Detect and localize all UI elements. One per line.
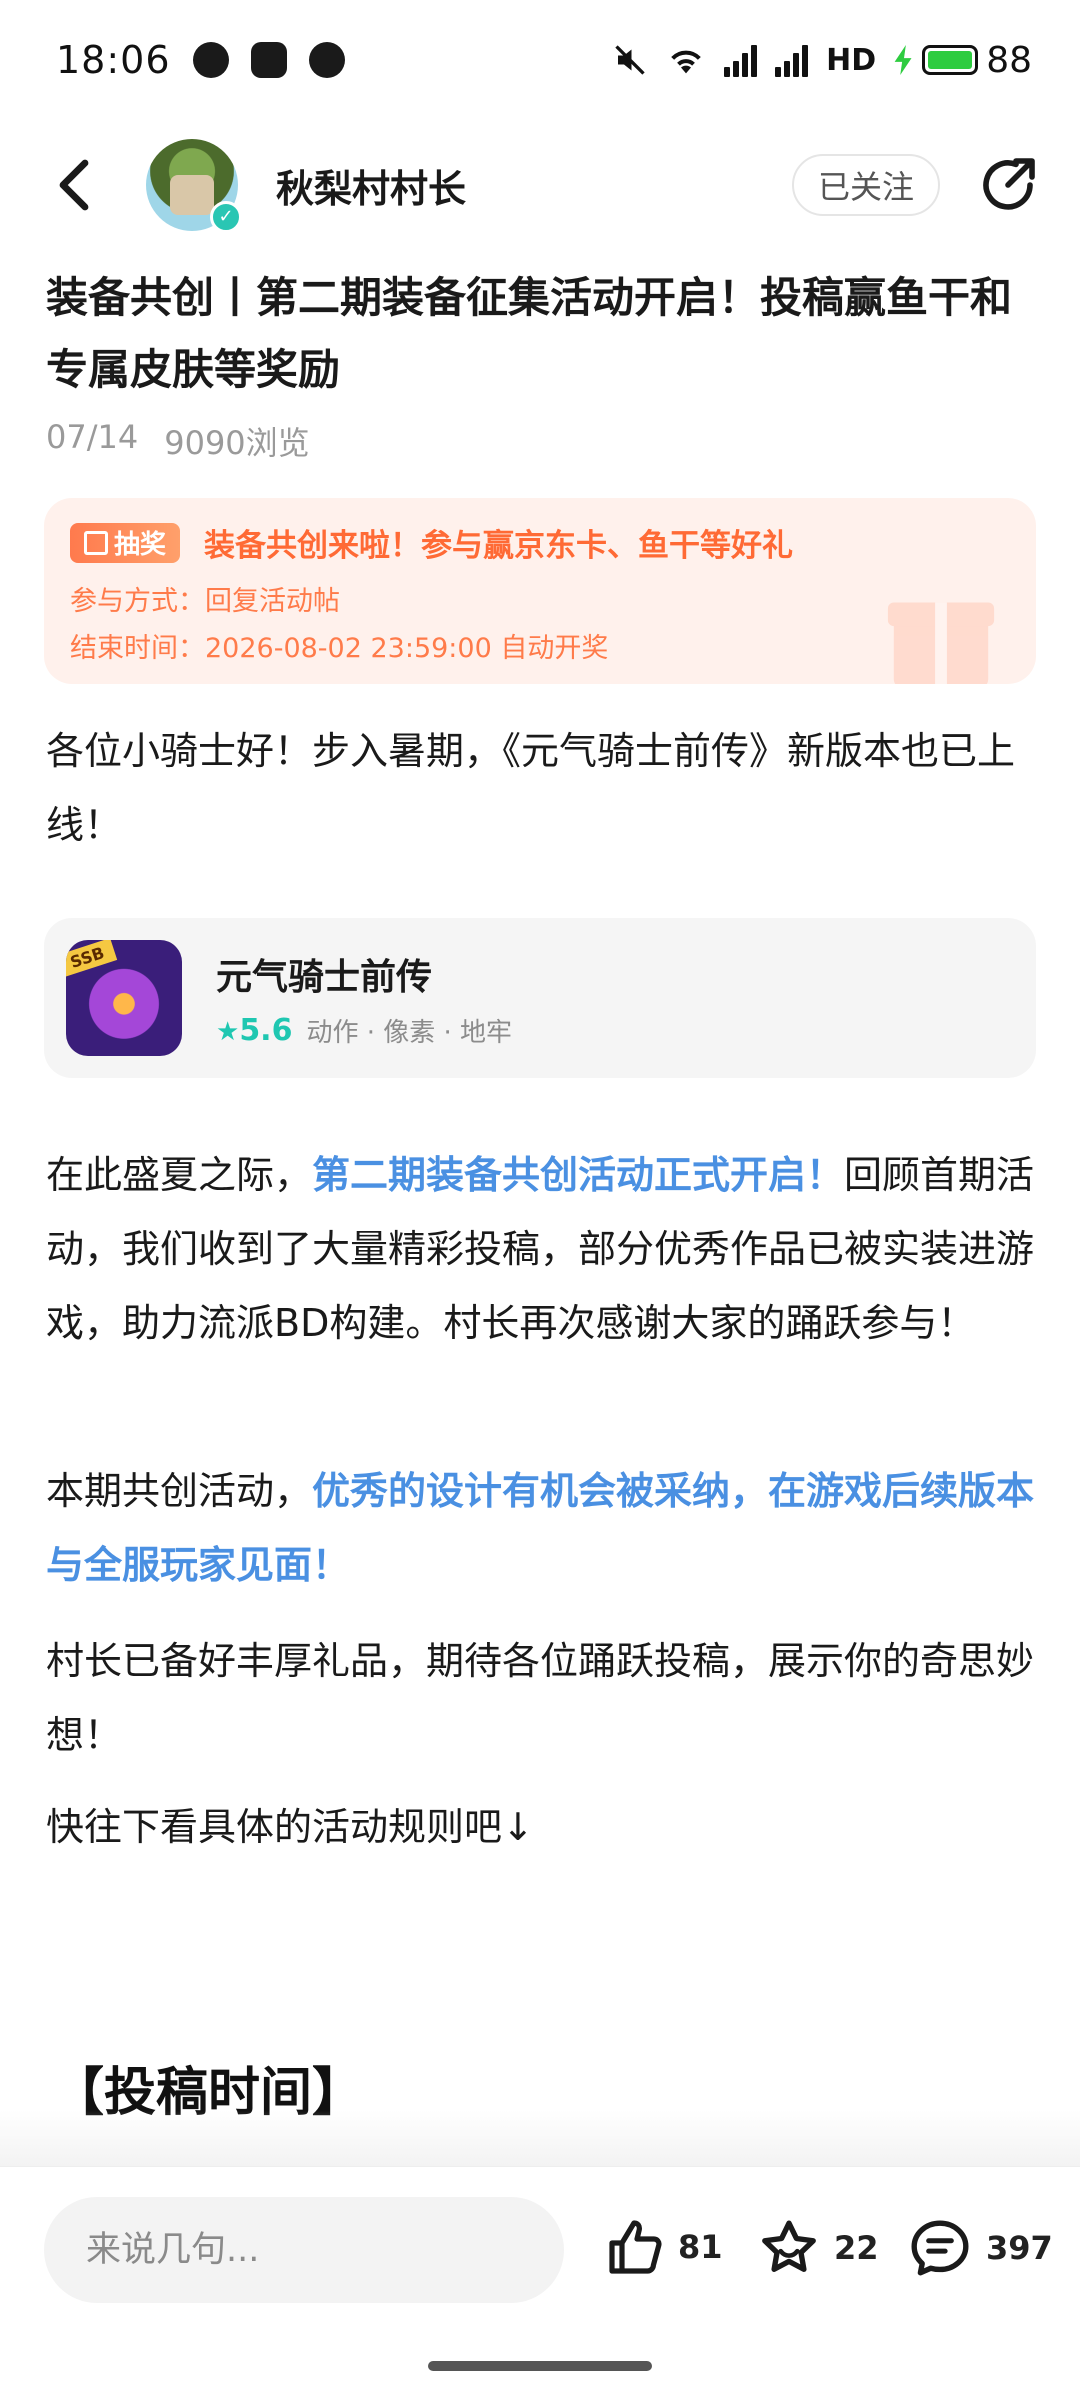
comment-input[interactable]: [44, 2197, 564, 2303]
like-count: 81: [678, 2228, 723, 2266]
lottery-badge-label: 抽奖: [114, 530, 167, 560]
post-title: 装备共创丨第二期装备征集活动开启！投稿赢鱼干和专属皮肤等奖励: [46, 273, 1013, 394]
thumbs-up-icon: [609, 2220, 662, 2274]
gift-decoration-icon: [887, 602, 995, 684]
back-button[interactable]: [40, 150, 110, 220]
follow-button[interactable]: 已关注: [791, 154, 940, 216]
paragraph-design: 本期共创活动，优秀的设计有机会被采纳，在游戏后续版本与全服玩家见面！: [46, 1454, 1036, 1602]
like-button[interactable]: 81: [604, 2217, 723, 2277]
game-card[interactable]: SSB 元气骑士前传 ★5.6 动作 · 像素 · 地牢: [44, 918, 1036, 1078]
paragraph-rules-hint: 快往下看具体的活动规则吧↓: [46, 1805, 534, 1849]
signal-5g-2-icon: [775, 43, 809, 77]
notification-icon: [192, 42, 229, 78]
game-score: ★5.6: [216, 1013, 292, 1048]
signal-5g-1-icon: [724, 43, 758, 77]
chevron-left-icon: [59, 159, 89, 211]
battery-level: 88: [986, 39, 1032, 81]
game-info: 元气骑士前传 ★5.6 动作 · 像素 · 地牢: [216, 948, 512, 1049]
star-outline-icon: [762, 2220, 816, 2272]
charging-icon: [894, 45, 912, 75]
battery-icon: [922, 45, 979, 75]
game-sub: ★5.6 动作 · 像素 · 地牢: [216, 1012, 512, 1049]
comment-icon: [911, 2220, 969, 2276]
post-views: 9090浏览: [164, 424, 310, 462]
post-date: 07/14: [46, 418, 139, 456]
mute-icon: [615, 45, 645, 75]
author-avatar[interactable]: ✓: [146, 139, 242, 233]
paragraph-2-lead: 在此盛夏之际，: [46, 1153, 313, 1197]
lottery-method: 参与方式：回复活动帖: [70, 586, 340, 617]
post-meta: 07/14 9090浏览: [46, 418, 310, 464]
favorite-count: 22: [834, 2229, 879, 2267]
battery: 88: [894, 40, 1032, 81]
wifi-icon: [671, 50, 701, 74]
paragraph-announcement: 在此盛夏之际，第二期装备共创活动正式开启！回顾首期活动，我们收到了大量精彩投稿，…: [46, 1138, 1036, 1360]
game-name: 元气骑士前传: [216, 956, 433, 998]
verified-icon: ✓: [210, 201, 242, 233]
share-icon: [983, 158, 1035, 210]
paragraph-gifts: 村长已备好丰厚礼品，期待各位踊跃投稿，展示你的奇思妙想！: [46, 1639, 1035, 1757]
game-icon-badge: SSB: [66, 940, 117, 977]
qq-notification-icon: [250, 42, 287, 78]
lottery-title: 装备共创来啦！参与赢京东卡、鱼干等好礼: [204, 528, 794, 564]
paragraph-3-lead: 本期共创活动，: [46, 1469, 313, 1513]
network-type: HD: [826, 42, 877, 78]
author-name[interactable]: 秋梨村村长: [276, 158, 466, 213]
home-indicator[interactable]: [428, 2361, 652, 2371]
bottom-fade: [0, 2110, 1080, 2170]
comment-button[interactable]: 397: [908, 2217, 1053, 2279]
star-icon: ★: [216, 1016, 240, 1047]
lottery-card[interactable]: 抽奖 装备共创来啦！参与赢京东卡、鱼干等好礼 参与方式：回复活动帖 结束时间：2…: [44, 498, 1036, 684]
message-notification-icon: [308, 42, 345, 78]
lottery-header: 抽奖 装备共创来啦！参与赢京东卡、鱼干等好礼: [70, 520, 1010, 565]
game-tags: 动作 · 像素 · 地牢: [306, 1017, 513, 1048]
game-score-value: 5.6: [239, 1012, 293, 1048]
share-button[interactable]: [976, 153, 1040, 217]
status-time: 18:06: [56, 38, 171, 82]
paragraph-intro: 各位小骑士好！步入暑期，《元气骑士前传》新版本也已上线！: [46, 729, 1016, 847]
lottery-badge: 抽奖: [70, 522, 181, 563]
status-bar: 18:06 HD 88: [0, 0, 1080, 120]
paragraph-2-highlight: 第二期装备共创活动正式开启！: [312, 1153, 845, 1197]
status-left: 18:06: [56, 38, 345, 82]
game-app-icon: SSB: [66, 940, 182, 1056]
gift-icon: [84, 530, 108, 555]
comment-count: 397: [986, 2229, 1053, 2267]
lottery-end-time: 结束时间：2026-08-02 23:59:00 自动开奖: [70, 633, 609, 664]
post-header: ✓ 秋梨村村长 已关注: [0, 130, 1080, 240]
status-right: HD 88: [612, 40, 1032, 81]
favorite-button[interactable]: 22: [758, 2217, 879, 2279]
bottom-action-bar: 81 22 397: [0, 2166, 1080, 2400]
